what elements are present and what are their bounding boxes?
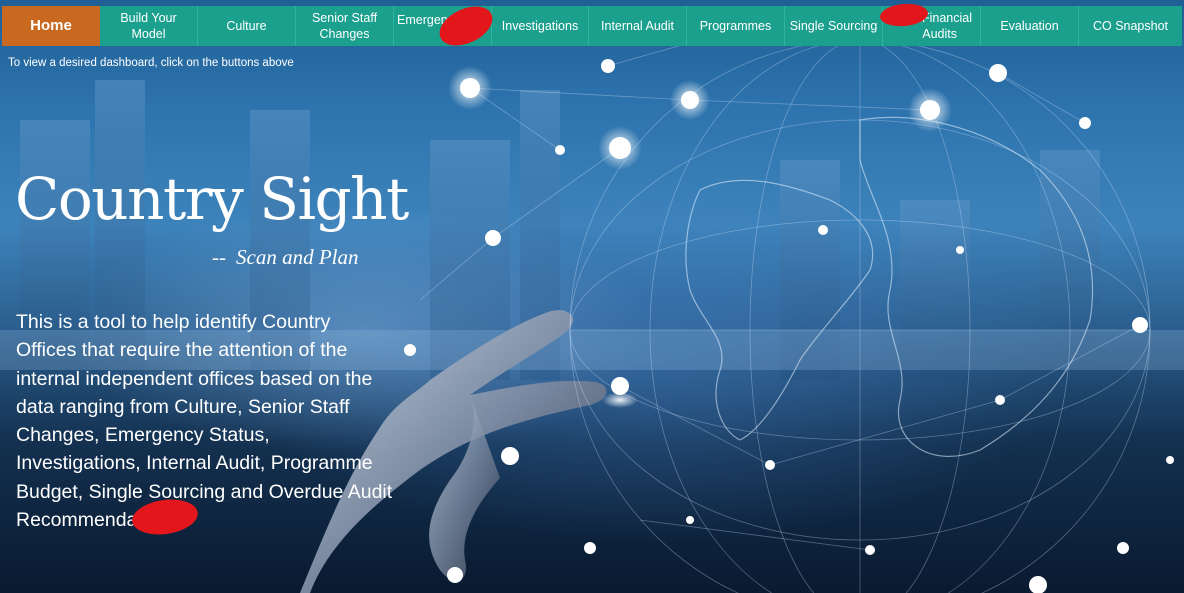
- dashboard-nav-bar: Home Build Your Model Culture Senior Sta…: [2, 6, 1182, 46]
- nav-build-your-model-button[interactable]: Build Your Model: [100, 6, 198, 46]
- subtitle-dash: --: [212, 245, 226, 269]
- nav-home-button[interactable]: Home: [2, 6, 100, 46]
- nav-evaluation-button[interactable]: Evaluation: [981, 6, 1079, 46]
- nav-investigations-button[interactable]: Investigations: [492, 6, 589, 46]
- nav-single-sourcing-button[interactable]: Single Sourcing: [785, 6, 883, 46]
- nav-programmes-button[interactable]: Programmes: [687, 6, 785, 46]
- page-subtitle: -- Scan and Plan: [212, 245, 358, 270]
- dashboard-hint-text: To view a desired dashboard, click on th…: [8, 57, 294, 69]
- nav-internal-audit-button[interactable]: Internal Audit: [589, 6, 687, 46]
- nav-financial-audits-line1: Financial: [921, 11, 972, 25]
- tool-description: This is a tool to help identify Country …: [16, 311, 393, 532]
- subtitle-text: Scan and Plan: [236, 245, 359, 269]
- nav-senior-staff-changes-line1: Senior Staff: [311, 11, 378, 25]
- nav-senior-staff-changes-button[interactable]: Senior Staff Changes: [296, 6, 394, 46]
- nav-culture-button[interactable]: Culture: [198, 6, 296, 46]
- page-title: Country Sight: [15, 165, 409, 233]
- nav-co-snapshot-button[interactable]: CO Snapshot: [1079, 6, 1182, 46]
- nav-senior-staff-changes-line2: Changes: [319, 27, 370, 41]
- nav-financial-audits-line2: Audits: [922, 27, 957, 41]
